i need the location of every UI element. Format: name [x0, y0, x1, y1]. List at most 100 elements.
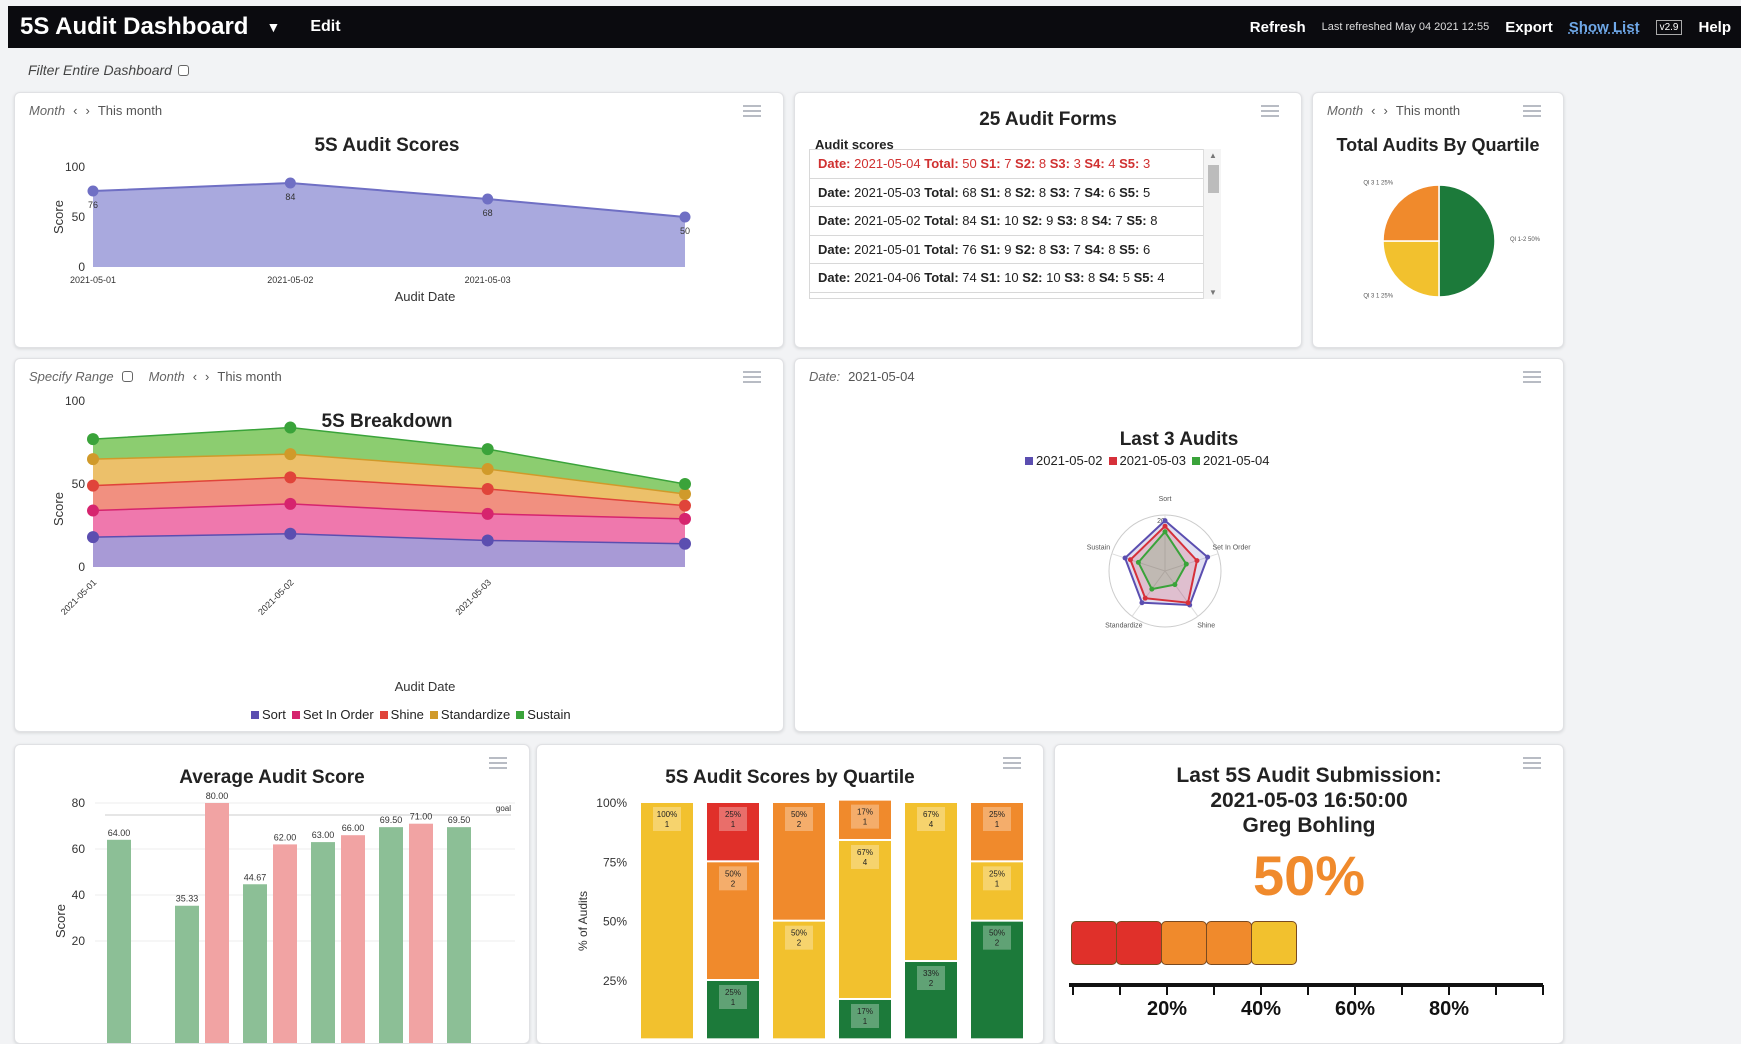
audit-field-label: S4:: [1106, 299, 1130, 300]
audit-field-value: 2021-05-01: [854, 241, 925, 257]
data-point: [679, 499, 691, 512]
audit-forms-panel: 25 Audit Forms Audit scores Date: 2021-0…: [794, 92, 1302, 348]
radar-point: [1149, 586, 1155, 592]
scroll-down-icon[interactable]: ▼: [1209, 288, 1217, 297]
audit-field-value: 84: [962, 299, 980, 300]
data-point: [284, 497, 297, 510]
segment-count-label: 1: [995, 879, 1000, 888]
audit-field-label: S5:: [1141, 299, 1165, 300]
bar: [341, 835, 365, 1043]
y-axis-label: Score: [53, 904, 68, 938]
y-tick-label: 60: [72, 842, 86, 856]
y-tick-label: 50%: [603, 915, 627, 929]
legend-item[interactable]: Standardize: [429, 707, 511, 722]
audit-row[interactable]: Date: 2021-05-04 Total: 50 S1: 7 S2: 8 S…: [810, 150, 1212, 179]
y-tick-label: 50: [72, 477, 86, 491]
audit-row[interactable]: Date: 2021-05-02 Total: 84 S1: 10 S2: 9 …: [810, 207, 1212, 236]
scroll-up-icon[interactable]: ▲: [1209, 151, 1217, 160]
x-axis-label: Audit Date: [395, 679, 456, 694]
audit-field-label: Total:: [924, 184, 963, 200]
gauge-tick-label: 20%: [1147, 998, 1187, 1020]
audit-field-value: 10: [1046, 270, 1065, 285]
audit-field-label: S4:: [1084, 241, 1109, 257]
radar-axis-label: Shine: [1197, 623, 1215, 630]
version-badge: v2.9: [1655, 19, 1683, 35]
bar: [311, 842, 335, 1043]
y-tick-label: 100%: [596, 796, 627, 810]
audit-field-label: S5:: [1119, 241, 1143, 257]
segment-pct-label: 100%: [657, 810, 677, 819]
dashboard-dropdown-icon[interactable]: ▼: [266, 19, 280, 35]
legend-item[interactable]: Shine: [379, 707, 424, 722]
bar-value-label: 71.00: [410, 812, 433, 822]
x-tick-label: 2021-05-02: [256, 577, 296, 617]
audit-field-label: S2:: [1015, 241, 1039, 257]
segment-count-label: 1: [995, 820, 1000, 829]
filter-checkbox[interactable]: [177, 64, 189, 76]
bar: [409, 823, 433, 1043]
quartile-scores-chart: 25%50%75%100%% of Audits100%125%150%225%…: [576, 796, 1023, 1039]
segment-count-label: 1: [863, 1017, 868, 1026]
audit-field-label: S2:: [1015, 184, 1039, 200]
audit-field-value: 8: [1038, 156, 1050, 171]
bar-value-label: 35.33: [176, 894, 199, 904]
bar-value-label: 80.00: [206, 791, 229, 801]
audit-field-value: 74: [962, 270, 981, 285]
radar-axis-label: Sustain: [1087, 544, 1110, 551]
audit-row[interactable]: Date: 2021-04-05 Total: 84 S1: 10 S2: 10…: [810, 293, 1212, 300]
segment-pct-label: 33%: [923, 969, 939, 978]
data-point: [679, 211, 691, 223]
scroll-thumb[interactable]: [1208, 165, 1219, 193]
audit-field-value: 5: [1122, 270, 1134, 285]
show-list-link[interactable]: Show List: [1569, 19, 1640, 36]
legend-item[interactable]: Sustain: [516, 707, 571, 722]
audit-field-value: 50: [962, 156, 981, 171]
audit-field-label: S2:: [1022, 270, 1047, 285]
segment-count-label: 2: [797, 939, 802, 948]
legend-label: Shine: [390, 707, 424, 722]
legend-label: Standardize: [440, 707, 511, 722]
audit-row[interactable]: Date: 2021-05-03 Total: 68 S1: 8 S2: 8 S…: [810, 179, 1212, 207]
audit-row[interactable]: Date: 2021-04-06 Total: 74 S1: 10 S2: 10…: [810, 264, 1212, 293]
radar-point: [1205, 554, 1211, 560]
bar-value-label: 66.00: [342, 823, 365, 833]
segment-pct-label: 50%: [791, 929, 807, 938]
avg-score-panel: Average Audit Score 20 40 60 80 goal 64.00 35.…: [14, 744, 530, 1044]
quartile-pie-chart: Ql 1-2 50% Ql 3 1 25% Ql 3 1 25%: [1363, 180, 1540, 299]
export-button[interactable]: Export: [1505, 19, 1553, 36]
audit-field-label: S2:: [1015, 156, 1039, 171]
audit-field-value: 4: [1108, 156, 1120, 171]
y-tick-label: 0: [78, 260, 85, 274]
data-point: [87, 531, 99, 544]
segment-pct-label: 25%: [725, 988, 741, 997]
data-point: [481, 534, 494, 547]
radar-axis-label: Sort: [1159, 496, 1172, 503]
audit-field-value: 5: [1142, 184, 1151, 200]
audit-field-value: 8: [1038, 184, 1050, 200]
audit-field-value: 2021-04-05: [854, 299, 924, 300]
audit-row[interactable]: Date: 2021-05-01 Total: 76 S1: 9 S2: 8 S…: [810, 236, 1212, 264]
audit-field-label: Total:: [924, 270, 963, 285]
bar-value-label: 69.50: [380, 815, 403, 825]
audit-field-label: Date:: [818, 299, 854, 300]
audit-field-value: 7: [1004, 156, 1016, 171]
x-tick-label: 2021-05-02: [267, 275, 313, 285]
legend-item[interactable]: Set In Order: [291, 707, 374, 722]
y-tick-label: 0: [78, 560, 85, 574]
bar: [175, 905, 199, 1043]
data-point: [284, 448, 297, 461]
audit-field-label: S3:: [1049, 156, 1074, 171]
radar-point: [1162, 529, 1168, 535]
data-label: 68: [483, 208, 493, 218]
edit-button[interactable]: Edit: [310, 18, 340, 36]
audit-field-value: 7: [1073, 241, 1085, 257]
data-point: [87, 453, 99, 466]
help-button[interactable]: Help: [1698, 19, 1731, 36]
pie-label: Ql 3 1 25%: [1363, 180, 1393, 186]
data-point: [481, 463, 494, 476]
audit-field-label: Date:: [818, 213, 855, 228]
bar: [243, 884, 267, 1043]
legend-item[interactable]: Sort: [251, 707, 286, 722]
audit-list-scrollbar[interactable]: ▲ ▼: [1203, 149, 1221, 299]
refresh-button[interactable]: Refresh: [1250, 19, 1306, 36]
